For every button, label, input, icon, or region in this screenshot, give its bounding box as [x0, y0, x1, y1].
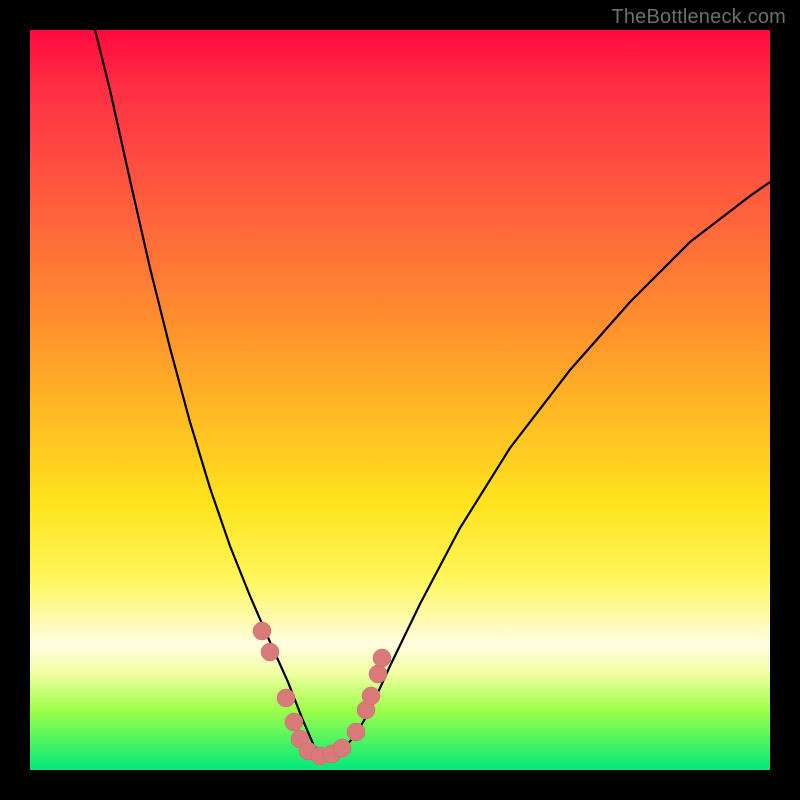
- marker-group: [253, 622, 391, 765]
- chart-svg: [30, 30, 770, 770]
- curve-marker: [347, 723, 365, 741]
- curve-marker: [333, 739, 351, 757]
- watermark-text: TheBottleneck.com: [611, 6, 786, 29]
- plot-area: [30, 30, 770, 770]
- curve-marker: [369, 665, 387, 683]
- curve-marker: [253, 622, 271, 640]
- bottleneck-curve: [95, 30, 770, 756]
- curve-marker: [277, 689, 295, 707]
- curve-marker: [261, 643, 279, 661]
- curve-marker: [285, 713, 303, 731]
- curve-marker: [362, 687, 380, 705]
- outer-frame: TheBottleneck.com: [0, 0, 800, 800]
- curve-marker: [373, 649, 391, 667]
